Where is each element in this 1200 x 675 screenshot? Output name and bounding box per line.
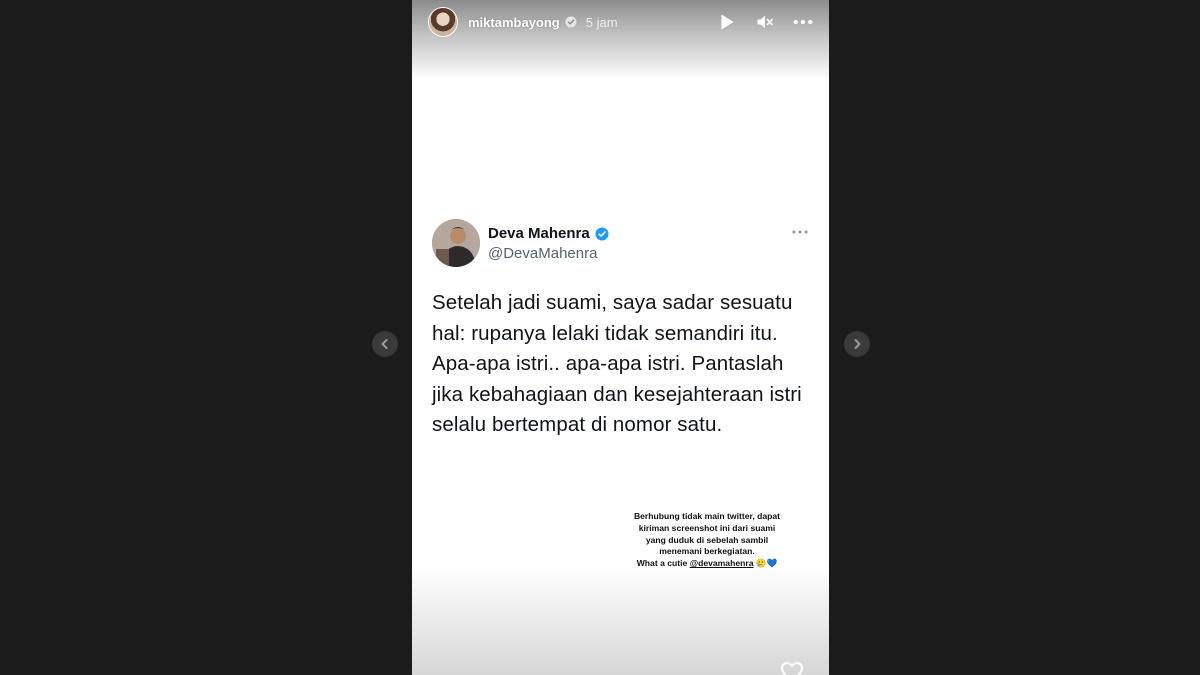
heart-icon xyxy=(781,662,803,675)
caption-line: yang duduk di sebelah sambil xyxy=(645,534,769,545)
more-icon xyxy=(793,19,813,25)
story-bottom-gradient xyxy=(412,565,829,675)
caption-text: What a cutie xyxy=(636,558,690,569)
caption-line: menemani berkegiatan. xyxy=(659,546,755,557)
tweet-author-handle: @DevaMahenra xyxy=(488,245,598,262)
story-viewer: miktambayong 5 jam Deva Mahenra @DevaMah… xyxy=(0,0,1200,675)
next-story-button[interactable] xyxy=(844,331,870,357)
like-button[interactable] xyxy=(780,661,804,675)
mention-link[interactable]: @devamahenra xyxy=(690,558,754,568)
tweet-more-button xyxy=(790,222,810,242)
chevron-right-icon xyxy=(854,339,861,349)
caption-emojis: 🥲💙 xyxy=(755,558,778,569)
story-avatar[interactable] xyxy=(428,7,458,37)
mute-icon xyxy=(757,15,773,29)
play-button[interactable] xyxy=(717,12,737,32)
story-caption: Berhubung tidak main twitter, dapat kiri… xyxy=(617,511,797,570)
person-photo-icon xyxy=(432,219,480,267)
chevron-left-icon xyxy=(381,339,388,349)
play-icon xyxy=(721,14,734,30)
caption-line: kiriman screenshot ini dari suami xyxy=(638,522,776,533)
mute-button[interactable] xyxy=(755,12,775,32)
tweet-more-icon xyxy=(792,230,808,234)
more-options-button[interactable] xyxy=(793,12,813,32)
tweet-author-name: Deva Mahenra xyxy=(488,225,609,242)
previous-story-button[interactable] xyxy=(372,331,398,357)
caption-line: What a cutie @devamahenra 🥲💙 xyxy=(617,558,797,570)
story-card[interactable]: miktambayong 5 jam Deva Mahenra @DevaMah… xyxy=(412,0,829,675)
story-timestamp: 5 jam xyxy=(585,14,618,30)
story-header: miktambayong 5 jam xyxy=(428,6,813,38)
verified-badge-icon xyxy=(565,16,577,28)
story-username[interactable]: miktambayong xyxy=(468,15,560,30)
tweet-author-name-text: Deva Mahenra xyxy=(488,225,590,242)
blue-verified-icon xyxy=(595,227,609,240)
story-controls xyxy=(717,12,813,32)
tweet-author-avatar xyxy=(432,219,480,267)
caption-line: Berhubung tidak main twitter, dapat xyxy=(633,511,781,521)
tweet-body-text: Setelah jadi suami, saya sadar sesuatu h… xyxy=(432,291,802,436)
